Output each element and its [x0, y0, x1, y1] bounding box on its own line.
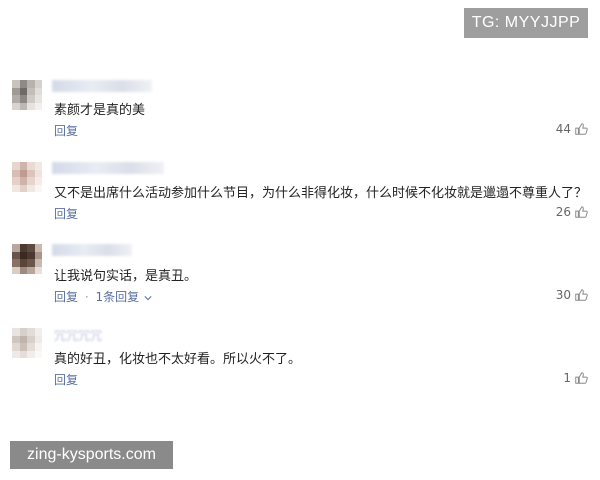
thumbs-up-icon[interactable]	[574, 288, 588, 302]
like-count-label: 30	[555, 288, 571, 302]
separator-dot: ·	[84, 290, 89, 304]
comment-meta: 回复	[54, 122, 78, 139]
comment-text: 又不是出席什么活动参加什么节目，为什么非得化妆，什么时候不化妆就是邋遢不尊重人了…	[54, 186, 588, 201]
like-count[interactable]: 26	[556, 205, 588, 219]
reply-button[interactable]: 回复	[54, 290, 78, 304]
comment-item: 又不是出席什么活动参加什么节目，为什么非得化妆，什么时候不化妆就是邋遢不尊重人了…	[0, 156, 600, 236]
watermark-bottom: zing-kysports.com	[10, 441, 173, 469]
like-count-label: 44	[555, 122, 571, 136]
comment-meta: 回复	[54, 371, 78, 388]
avatar[interactable]	[12, 244, 42, 274]
like-count[interactable]: 44	[556, 122, 588, 136]
comment-meta: 回复 · 1条回复	[54, 288, 152, 305]
comment-meta: 回复	[54, 205, 78, 222]
username-blurred	[52, 80, 152, 92]
comment-text: 让我说句实话，是真丑。	[54, 269, 198, 284]
like-count-label: 1	[563, 371, 571, 385]
view-replies-button[interactable]: 1条回复	[96, 290, 152, 304]
watermark-top: TG: MYYJJPP	[464, 8, 588, 38]
comment-item: 让我说句实话，是真丑。 回复 · 1条回复 30	[0, 240, 600, 320]
like-count-label: 26	[555, 205, 571, 219]
username-blurred: 冗冗冗冗	[54, 329, 103, 343]
reply-button[interactable]: 回复	[54, 207, 78, 221]
reply-button[interactable]: 回复	[54, 124, 78, 138]
comment-item: 冗冗冗冗 真的好丑，化妆也不太好看。所以火不了。 回复 1	[0, 324, 600, 404]
replies-count-label: 1条回复	[95, 290, 140, 304]
thumbs-up-icon[interactable]	[574, 205, 588, 219]
like-count[interactable]: 30	[556, 288, 588, 302]
thumbs-up-icon[interactable]	[574, 122, 588, 136]
thumbs-up-icon[interactable]	[574, 371, 588, 385]
avatar[interactable]	[12, 328, 42, 358]
chevron-down-icon	[144, 295, 152, 300]
username-blurred	[52, 162, 164, 174]
avatar[interactable]	[12, 162, 42, 192]
reply-button[interactable]: 回复	[54, 373, 78, 387]
like-count[interactable]: 1	[563, 371, 588, 385]
comment-item: 素颜才是真的美 回复 44	[0, 72, 600, 152]
username-blurred	[52, 244, 132, 256]
avatar[interactable]	[12, 80, 42, 110]
comment-text: 素颜才是真的美	[54, 103, 146, 118]
comment-text: 真的好丑，化妆也不太好看。所以火不了。	[54, 352, 302, 367]
